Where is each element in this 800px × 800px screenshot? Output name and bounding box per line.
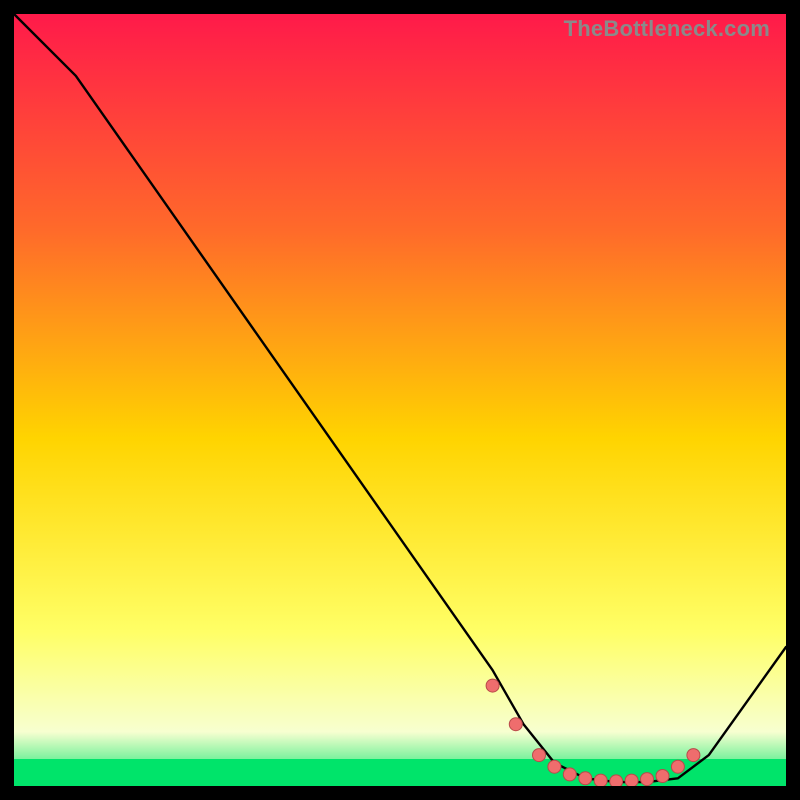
curve-marker — [656, 770, 669, 783]
curve-marker — [509, 718, 522, 731]
curve-marker — [687, 749, 700, 762]
curve-marker — [610, 775, 623, 786]
bottleneck-chart — [14, 14, 786, 786]
curve-marker — [671, 760, 684, 773]
curve-marker — [641, 773, 654, 786]
curve-marker — [594, 774, 607, 786]
chart-frame: TheBottleneck.com — [14, 14, 786, 786]
curve-marker — [486, 679, 499, 692]
gradient-background — [14, 14, 786, 786]
curve-marker — [533, 749, 546, 762]
optimal-band — [14, 759, 786, 786]
watermark-text: TheBottleneck.com — [564, 16, 770, 42]
curve-marker — [548, 760, 561, 773]
curve-marker — [563, 768, 576, 781]
curve-marker — [625, 774, 638, 786]
curve-marker — [579, 772, 592, 785]
